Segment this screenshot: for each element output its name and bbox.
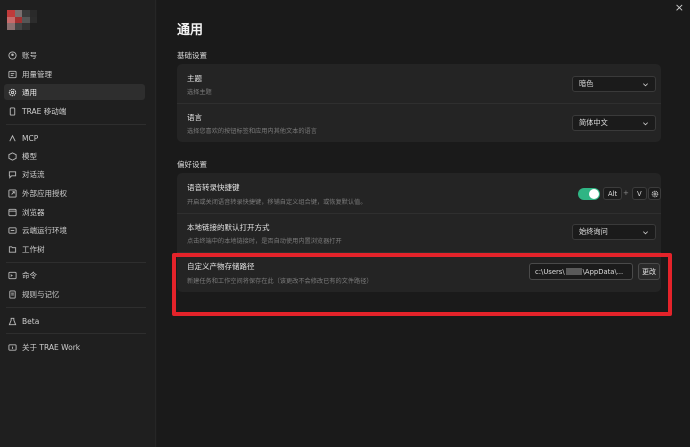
shortcut-key-alt[interactable]: Alt bbox=[603, 187, 623, 200]
voice-shortcut-label: 语音转录快捷键 bbox=[187, 183, 240, 192]
sidebar-item-external-auth[interactable]: 外部应用授权 bbox=[4, 185, 145, 201]
chevron-down-icon bbox=[643, 231, 648, 235]
sidebar-item-mobile[interactable]: TRAE 移动端 bbox=[4, 103, 145, 119]
command-icon bbox=[8, 271, 17, 280]
model-icon bbox=[8, 151, 17, 161]
language-desc: 选择您喜欢的按钮标签和应用内其他文本的语言 bbox=[187, 128, 317, 135]
sidebar-item-command[interactable]: 命令 bbox=[4, 267, 145, 283]
sidebar-item-model[interactable]: 模型 bbox=[4, 148, 145, 164]
chevron-down-icon bbox=[643, 83, 648, 87]
gear-icon bbox=[651, 190, 658, 197]
sidebar-item-label: 规则与记忆 bbox=[22, 289, 60, 299]
sidebar-item-label: 浏览器 bbox=[22, 207, 45, 217]
sidebar-item-about[interactable]: 关于 TRAE Work bbox=[4, 339, 145, 355]
chevron-down-icon bbox=[643, 122, 648, 126]
theme-select[interactable]: 暗色 bbox=[572, 76, 656, 92]
sidebar-divider bbox=[6, 124, 146, 125]
external-auth-icon bbox=[8, 188, 17, 198]
section-title-prefs: 偏好设置 bbox=[177, 160, 207, 169]
theme-label: 主题 bbox=[187, 74, 202, 83]
shortcut-key-v[interactable]: V bbox=[632, 187, 647, 200]
sidebar-item-label: 账号 bbox=[22, 50, 37, 60]
page-title: 通用 bbox=[177, 23, 204, 38]
sidebar-item-dialog-flow[interactable]: 对话流 bbox=[4, 166, 145, 182]
voice-shortcut-toggle[interactable] bbox=[578, 188, 600, 200]
settings-main: × 通用 基础设置 主题 选择主题 暗色 语言 选择您喜欢的按钮标签和应用内其他… bbox=[157, 0, 690, 447]
sidebar-item-cloud[interactable]: 云端运行环境 bbox=[4, 222, 145, 238]
cloud-icon bbox=[8, 226, 17, 235]
usage-icon bbox=[8, 70, 17, 79]
sidebar-item-label: 工作树 bbox=[22, 244, 45, 254]
local-link-desc: 点击终端中的本地链接时，是否自动使用内置浏览器打开 bbox=[187, 238, 342, 245]
browser-icon bbox=[8, 208, 17, 217]
close-icon[interactable]: × bbox=[675, 2, 684, 14]
highlight-annotation-box bbox=[172, 253, 672, 316]
sidebar-divider bbox=[6, 333, 146, 334]
sidebar-item-worktree[interactable]: 工作树 bbox=[4, 241, 145, 257]
sidebar-item-mcp[interactable]: MCP bbox=[4, 130, 145, 146]
about-icon bbox=[8, 343, 17, 352]
gear-icon bbox=[8, 88, 17, 97]
basic-settings-card: 主题 选择主题 暗色 语言 选择您喜欢的按钮标签和应用内其他文本的语言 简体中文 bbox=[177, 64, 661, 142]
avatar[interactable] bbox=[7, 10, 37, 30]
sidebar-item-label: 对话流 bbox=[22, 169, 45, 179]
sidebar-item-label: 关于 TRAE Work bbox=[22, 342, 81, 352]
language-label: 语言 bbox=[187, 113, 202, 122]
language-row: 语言 选择您喜欢的按钮标签和应用内其他文本的语言 简体中文 bbox=[177, 103, 661, 142]
voice-shortcut-row: 语音转录快捷键 开启或关闭语音转录快捷键，移铺自定义组合键，或恢复默认值。 Al… bbox=[177, 173, 661, 213]
toggle-knob bbox=[589, 189, 599, 199]
account-icon bbox=[8, 50, 17, 60]
beta-icon bbox=[8, 317, 17, 326]
sidebar-item-label: 用量管理 bbox=[22, 69, 52, 79]
mobile-icon bbox=[8, 106, 17, 116]
language-select-value: 简体中文 bbox=[579, 118, 608, 127]
sidebar-item-label: 命令 bbox=[22, 270, 37, 280]
sidebar-divider bbox=[6, 262, 146, 263]
sidebar-item-label: 模型 bbox=[22, 151, 37, 161]
local-link-select-value: 始终询问 bbox=[579, 227, 608, 236]
local-link-select[interactable]: 始终询问 bbox=[572, 224, 656, 240]
sidebar-item-browser[interactable]: 浏览器 bbox=[4, 204, 145, 220]
dialog-flow-icon bbox=[8, 170, 17, 179]
theme-desc: 选择主题 bbox=[187, 89, 212, 96]
shortcut-settings-button[interactable] bbox=[648, 187, 661, 200]
sidebar: 账号 用量管理 通用 TRAE 移动端 MCP 模型 对话流 外部应用授权 浏览… bbox=[0, 0, 156, 447]
theme-row: 主题 选择主题 暗色 bbox=[177, 64, 661, 103]
section-title-basic: 基础设置 bbox=[177, 51, 207, 60]
sidebar-item-label: Beta bbox=[22, 316, 40, 326]
theme-select-value: 暗色 bbox=[579, 79, 594, 88]
rules-icon bbox=[8, 289, 17, 299]
sidebar-item-label: 云端运行环境 bbox=[22, 225, 67, 235]
local-link-row: 本地链接的默认打开方式 点击终端中的本地链接时，是否自动使用内置浏览器打开 始终… bbox=[177, 213, 661, 252]
language-select[interactable]: 简体中文 bbox=[572, 115, 656, 131]
sidebar-item-label: MCP bbox=[22, 133, 39, 143]
sidebar-item-usage[interactable]: 用量管理 bbox=[4, 66, 145, 82]
mcp-icon bbox=[8, 134, 17, 143]
sidebar-item-label: 通用 bbox=[22, 87, 37, 97]
sidebar-item-general[interactable]: 通用 bbox=[4, 84, 145, 100]
sidebar-item-account[interactable]: 账号 bbox=[4, 47, 145, 63]
local-link-label: 本地链接的默认打开方式 bbox=[187, 223, 270, 232]
voice-shortcut-desc: 开启或关闭语音转录快捷键，移铺自定义组合键，或恢复默认值。 bbox=[187, 199, 367, 206]
sidebar-item-label: TRAE 移动端 bbox=[22, 106, 67, 116]
sidebar-item-rules[interactable]: 规则与记忆 bbox=[4, 286, 145, 302]
sidebar-divider bbox=[6, 307, 146, 308]
sidebar-item-label: 外部应用授权 bbox=[22, 188, 67, 198]
worktree-icon bbox=[8, 245, 17, 254]
shortcut-plus: + bbox=[623, 189, 629, 197]
sidebar-item-beta[interactable]: Beta bbox=[4, 313, 145, 329]
